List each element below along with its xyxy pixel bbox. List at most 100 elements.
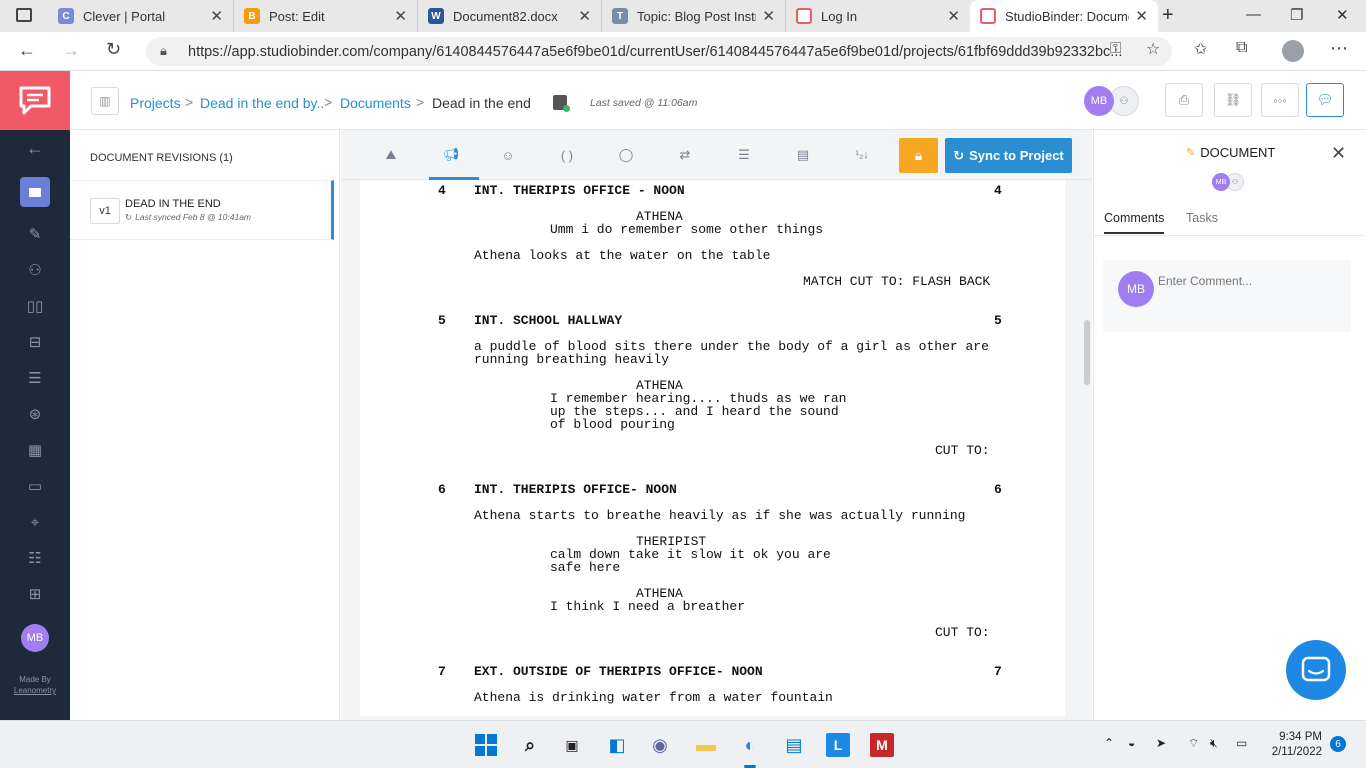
refresh-icon[interactable]: ↻ [106,39,121,60]
notification-badge[interactable]: 6 [1330,736,1346,752]
more-icon[interactable]: ⋯ [1330,38,1348,59]
made-by-credit: Made By Leanometry [6,674,64,696]
intercom-chat-button[interactable] [1286,640,1346,700]
project-icon[interactable]: ▥ [91,87,119,115]
scrollbar-thumb[interactable] [1084,320,1090,385]
save-icon[interactable] [553,95,570,112]
settings-sliders-icon[interactable]: ☷ [24,547,46,569]
clock[interactable]: 9:34 PM 2/11/2022 [1262,730,1322,760]
favorites-icon[interactable]: ✩ [1194,39,1207,59]
browser-tab-clever[interactable]: C Clever | Portal ✕ [48,0,234,32]
action-tab[interactable]: 📢︎ [429,130,479,180]
transition-line: MATCH CUT TO: FLASH BACK [803,274,991,289]
transition-icon[interactable]: ⇄ [673,143,697,167]
favorite-add-icon[interactable]: ☆ [1146,39,1160,59]
folder-icon[interactable]: ▭ [24,475,46,497]
share-link-button[interactable]: ⛓ [1214,83,1252,117]
browser-tab-post-edit[interactable]: B Post: Edit ✕ [234,0,418,32]
wifi-icon[interactable]: ⌔ [1188,736,1199,751]
widgets-icon[interactable]: ◧ [605,733,629,757]
battery-icon[interactable]: ▭ [1236,736,1247,750]
scene-heading: INT. THERIPIS OFFICE - NOON [474,183,685,198]
profile-icon[interactable] [1282,40,1304,62]
minimize-icon[interactable]: — [1246,6,1261,23]
close-tab-icon[interactable]: ✕ [947,7,960,25]
collapse-arrow-icon[interactable]: ← [24,137,46,159]
calendar-icon[interactable]: ▦ [24,439,46,461]
search-icon[interactable]: ⌕ [518,733,542,757]
volume-mute-icon[interactable]: 🔇︎ [1210,736,1218,751]
store-icon[interactable]: ▤ [782,733,806,757]
show-hidden-icons[interactable]: ⌃ [1104,736,1114,750]
close-tab-icon[interactable]: ✕ [1135,7,1148,25]
teams-chat-icon[interactable]: ◉ [648,733,672,757]
collections-icon[interactable]: ⧉ [1236,39,1247,57]
close-tab-icon[interactable]: ✕ [762,7,775,25]
character-mask-icon[interactable]: ☺ [496,143,520,167]
comments-toggle-button[interactable]: 💬︎ [1306,83,1344,117]
scene-heading-icon[interactable]: ⛰︎ [379,143,403,167]
more-options-button[interactable]: ◦◦◦ [1261,83,1299,117]
browser-tab-topic[interactable]: T Topic: Blog Post Instru ✕ [602,0,786,32]
contacts-icon[interactable]: ⚇ [24,259,46,281]
clock-time: 9:34 PM [1279,731,1322,743]
close-tab-icon[interactable]: ✕ [394,7,407,25]
start-icon[interactable] [474,733,498,757]
mcafee-icon[interactable]: M [870,733,894,757]
browser-tab-login[interactable]: Log In ✕ [786,0,970,32]
location-arrow-icon[interactable]: ➤ [1156,736,1166,750]
breadcrumb-separator: > [416,94,425,110]
user-avatar[interactable]: MB [21,624,49,652]
reel-icon[interactable]: ⊛ [24,403,46,425]
general-text-icon[interactable]: ☰ [732,143,756,167]
studiobinder-logo[interactable] [0,71,70,130]
hierarchy-icon[interactable]: ⊟ [24,331,46,353]
comment-icon: 💬︎ [1316,92,1334,107]
revision-item[interactable]: v1 DEAD IN THE END ↻ Last synced Feb 8 @… [70,180,334,240]
clock-date: 2/11/2022 [1271,746,1322,758]
forward-icon[interactable]: → [62,40,80,61]
notes-icon[interactable]: ▤ [791,143,815,167]
scene-numbering-icon[interactable]: ¹₂↓ [850,143,874,167]
parenthetical-icon[interactable]: ( ) [555,143,579,167]
breadcrumb-documents[interactable]: Documents [340,95,411,111]
app-l-icon[interactable]: L [826,733,850,757]
browser-tab-document[interactable]: W Document82.docx ✕ [418,0,602,32]
lock-button[interactable]: 🔒︎ [899,138,938,173]
pencil-icon[interactable]: ✎ [24,223,46,245]
close-window-icon[interactable]: ✕ [1336,6,1349,24]
close-tab-icon[interactable]: ✕ [210,7,223,25]
boards-icon[interactable]: ▯▯ [24,295,46,317]
comment-input[interactable] [1158,272,1338,290]
document-comments-panel: ✎ DOCUMENT ✕ MB ⚇ Comments Tasks MB [1093,130,1366,720]
location-icon[interactable]: ⌖ [24,511,46,533]
tab-comments[interactable]: Comments [1104,211,1165,234]
projects-nav[interactable] [20,177,50,207]
transition-line: CUT TO: [935,625,990,640]
pdf-export-button[interactable]: ⎙ [1165,83,1203,117]
vpn-icon[interactable]: ◒ [1128,736,1135,750]
collaborator-avatar[interactable]: MB [1084,86,1114,116]
close-panel-icon[interactable]: ✕ [1331,143,1346,164]
dialogue-bubble-icon[interactable]: ◯ [614,143,638,167]
list-icon[interactable]: ☰ [24,367,46,389]
breadcrumb-project[interactable]: Dead in the end by.. [200,95,324,111]
close-tab-icon[interactable]: ✕ [578,7,591,25]
scene-number: 7 [438,664,446,679]
script-page[interactable]: 4 INT. THERIPIS OFFICE - NOON 4 ATHENA U… [360,180,1065,716]
sync-to-project-button[interactable]: ↻ Sync to Project [945,138,1072,173]
new-tab-icon[interactable]: + [1162,4,1174,27]
browser-tab-studiobinder[interactable]: StudioBinder: Docume ✕ [970,0,1158,32]
key-icon[interactable]: ⚿ [1110,40,1121,57]
url-field[interactable]: 🔒︎ https://app.studiobinder.com/company/… [146,37,1172,66]
back-icon[interactable]: ← [18,40,36,61]
file-explorer-icon[interactable]: ▬ [694,733,718,757]
task-view-icon[interactable]: ▣ [560,733,584,757]
breadcrumb-projects[interactable]: Projects [130,95,181,111]
tab-tasks[interactable]: Tasks [1186,211,1218,225]
tab-actions-icon[interactable] [16,8,32,22]
book-icon[interactable]: ⊞ [24,583,46,605]
made-by-name[interactable]: Leanometry [6,685,64,696]
edge-icon[interactable]: ◐ [738,733,762,757]
restore-icon[interactable]: ❐ [1290,6,1303,24]
